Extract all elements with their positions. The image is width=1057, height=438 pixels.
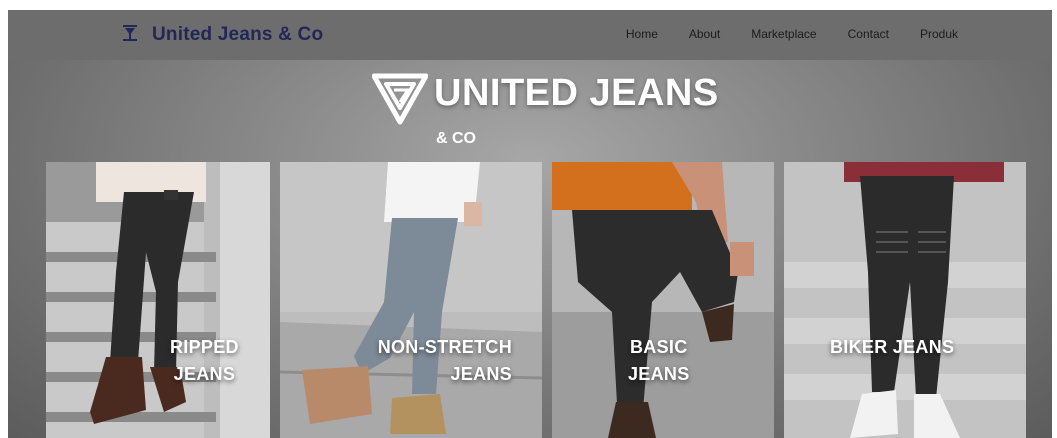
nav-link-home[interactable]: Home — [626, 27, 658, 41]
category-label-line2: JEANS — [173, 364, 236, 384]
category-card-non-stretch-jeans[interactable]: NON-STRETCH JEANS — [280, 162, 542, 438]
hero-logo-subtext: & CO — [436, 130, 476, 147]
ripped-jeans-photo — [46, 162, 270, 438]
page-frame: United Jeans & Co Home About Marketplace… — [8, 10, 1052, 438]
nav-link-contact[interactable]: Contact — [848, 27, 889, 41]
hero-logo: UNITED JEANS & CO — [372, 68, 718, 158]
nav-link-produk[interactable]: Produk — [920, 27, 958, 41]
category-card-biker-jeans[interactable]: BIKER JEANS — [784, 162, 1026, 438]
hero-logo-text: UNITED JEANS — [434, 72, 719, 114]
brand-title: United Jeans & Co — [152, 24, 324, 45]
nav-link-about[interactable]: About — [689, 27, 720, 41]
category-label-line2: JEANS — [450, 364, 512, 384]
navbar-brand[interactable]: United Jeans & Co — [120, 22, 323, 48]
category-label-line2: JEANS — [628, 364, 690, 384]
hourglass-logo-icon — [123, 25, 137, 41]
triangle-logo-icon — [372, 73, 428, 125]
category-card-basic-jeans[interactable]: BASIC JEANS — [552, 162, 774, 438]
category-label-biker: BIKER JEANS — [830, 334, 954, 361]
nav-link-marketplace[interactable]: Marketplace — [751, 27, 816, 41]
category-label-line1: BASIC — [630, 337, 688, 357]
nav-links: Home About Marketplace Contact Produk — [626, 27, 958, 41]
non-stretch-jeans-photo — [280, 162, 542, 438]
category-label-non-stretch: NON-STRETCH JEANS — [370, 334, 512, 388]
category-label-basic: BASIC JEANS — [628, 334, 690, 388]
category-card-ripped-jeans[interactable]: RIPPED JEANS — [46, 162, 270, 438]
category-label-line1: NON-STRETCH — [377, 337, 512, 357]
category-label-line1: BIKER JEANS — [830, 337, 955, 357]
basic-jeans-photo — [552, 162, 774, 438]
category-cards: RIPPED JEANS NON-STRETCH JEANS BASIC JEA… — [8, 162, 1052, 438]
category-label-line1: RIPPED — [170, 337, 239, 357]
biker-jeans-photo — [784, 162, 1026, 438]
navbar: United Jeans & Co Home About Marketplace… — [8, 10, 1052, 60]
category-label-ripped: RIPPED JEANS — [170, 334, 239, 388]
